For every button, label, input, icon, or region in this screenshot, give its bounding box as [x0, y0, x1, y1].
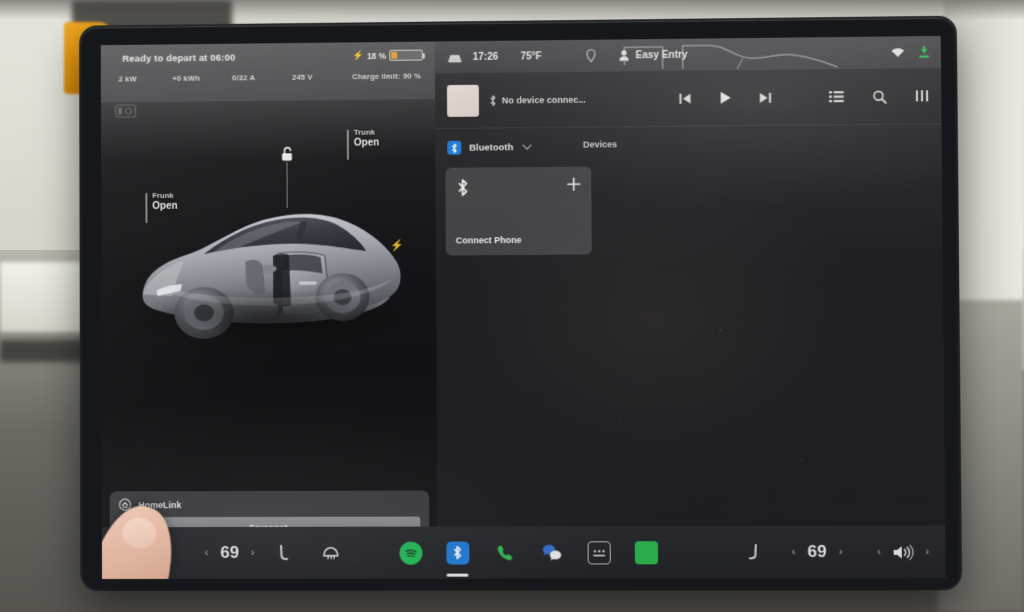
passenger-temp-increase-button[interactable]: ›: [839, 546, 843, 558]
dust-speck: [619, 420, 621, 422]
trunk-state: Open: [354, 137, 379, 149]
wifi-icon[interactable]: [890, 47, 905, 58]
driver-temp-increase-button[interactable]: ›: [251, 547, 255, 559]
spotify-app-icon[interactable]: [399, 541, 422, 564]
seat-heater-right-icon[interactable]: [745, 543, 761, 561]
volume-increase-button[interactable]: ›: [925, 546, 929, 558]
connect-phone-card[interactable]: Connect Phone: [445, 167, 591, 256]
passenger-temperature-value: 69: [807, 542, 826, 562]
taskbar-app-icons[interactable]: [399, 541, 658, 564]
windshield-defrost-icon[interactable]: [322, 545, 340, 561]
battery-indicator[interactable]: ⚡ 18 %: [353, 50, 423, 62]
tab-devices[interactable]: Devices: [583, 139, 617, 149]
bluetooth-app-icon[interactable]: [446, 541, 469, 564]
unlock-icon[interactable]: [281, 146, 295, 162]
charging-bolt-icon: ⚡: [353, 50, 364, 61]
trunk-status-label[interactable]: Trunk Open: [354, 128, 379, 150]
bluetooth-icon: [455, 178, 470, 198]
green-app-icon[interactable]: [634, 541, 657, 564]
trunk-label: Trunk: [354, 128, 379, 138]
playlist-icon[interactable]: [829, 90, 844, 103]
track-title: No device connec...: [502, 94, 586, 105]
passenger-temp-decrease-button[interactable]: ‹: [792, 546, 796, 558]
charge-current: 0/32 A: [232, 73, 292, 83]
dust-speck: [719, 329, 722, 332]
dust-speck: [559, 510, 561, 512]
seat-heater-left-icon[interactable]: [276, 544, 292, 562]
vehicle-visualization[interactable]: Frunk Open Trunk Open ⚡: [101, 99, 437, 507]
window-trim-lower: [0, 340, 95, 362]
search-icon[interactable]: [872, 89, 886, 103]
battery-fill: [391, 52, 397, 59]
volume-decrease-button[interactable]: ‹: [877, 546, 881, 558]
charging-status-bar[interactable]: Ready to depart at 06:00 ⚡ 18 % 2 kW +0 …: [101, 41, 435, 102]
fingernail: [119, 514, 159, 552]
driver-temp-decrease-button[interactable]: ‹: [205, 547, 209, 559]
taskbar-right-controls[interactable]: ‹ 69 › ‹ ›: [657, 542, 945, 563]
status-time: 17:26: [473, 51, 521, 62]
vehicle-pane[interactable]: Ready to depart at 06:00 ⚡ 18 % 2 kW +0 …: [101, 41, 438, 579]
bluetooth-title: Bluetooth: [469, 142, 513, 153]
bottom-taskbar[interactable]: ‹ 69 › ‹ 69 › ‹ ›: [102, 526, 946, 579]
vehicle-shadow: [137, 289, 403, 346]
battery-percent: 18 %: [367, 50, 386, 60]
connect-phone-label: Connect Phone: [456, 235, 522, 245]
skip-previous-icon[interactable]: [678, 91, 692, 105]
center-touchscreen[interactable]: Ready to depart at 06:00 ⚡ 18 % 2 kW +0 …: [81, 18, 960, 589]
media-and-apps-pane[interactable]: 17:26 75°F Easy Entry No device connec..…: [435, 36, 946, 579]
map-preview[interactable]: [620, 37, 852, 71]
bluetooth-chip-icon: [447, 141, 461, 155]
driver-temperature-value: 69: [220, 543, 239, 563]
plus-icon[interactable]: [566, 177, 581, 192]
bluetooth-icon: [489, 94, 497, 106]
volume-control[interactable]: ‹ ›: [877, 543, 929, 560]
play-icon[interactable]: [718, 90, 732, 105]
media-bar-actions[interactable]: [829, 89, 929, 104]
album-art[interactable]: [447, 84, 479, 116]
app-launcher-icon[interactable]: [587, 541, 610, 564]
status-bar-right[interactable]: [890, 36, 931, 69]
volume-icon[interactable]: [892, 543, 915, 560]
passenger-temperature-control[interactable]: ‹ 69 ›: [792, 542, 843, 562]
status-bar[interactable]: 17:26 75°F Easy Entry: [435, 36, 941, 73]
car-icon[interactable]: [447, 51, 463, 64]
connect-card-top: [455, 177, 581, 198]
model-3-render[interactable]: [127, 169, 415, 355]
homelink-header: HomeLink: [119, 498, 421, 512]
charge-details-row: 2 kW +0 kWh 0/32 A 245 V Charge limit: 9…: [101, 71, 435, 83]
battery-shell: [389, 50, 423, 61]
software-update-icon[interactable]: [918, 45, 931, 59]
charge-voltage: 245 V: [292, 72, 352, 82]
playback-controls[interactable]: [678, 89, 829, 106]
location-pin-icon[interactable]: [572, 49, 608, 63]
skip-next-icon[interactable]: [758, 90, 772, 104]
phone-app-icon[interactable]: [493, 541, 516, 564]
chevron-down-icon[interactable]: [522, 144, 532, 150]
charge-added: +0 kWh: [172, 73, 232, 83]
bluetooth-source-selector[interactable]: Bluetooth: [447, 140, 532, 155]
now-playing: No device connec...: [489, 93, 586, 106]
screen-surface[interactable]: Ready to depart at 06:00 ⚡ 18 % 2 kW +0 …: [101, 36, 946, 579]
messages-app-icon[interactable]: [540, 541, 563, 564]
charge-limit[interactable]: Charge limit: 90 %: [352, 71, 421, 81]
charge-power: 2 kW: [119, 74, 173, 83]
equalizer-icon[interactable]: [915, 89, 929, 102]
status-temperature[interactable]: 75°F: [521, 50, 573, 62]
driver-temperature-control[interactable]: ‹ 69 ›: [205, 543, 255, 563]
media-player-bar[interactable]: No device connec...: [435, 68, 942, 129]
top-shadow: [0, 0, 1024, 20]
ready-to-depart-text: Ready to depart at 06:00: [122, 53, 235, 65]
